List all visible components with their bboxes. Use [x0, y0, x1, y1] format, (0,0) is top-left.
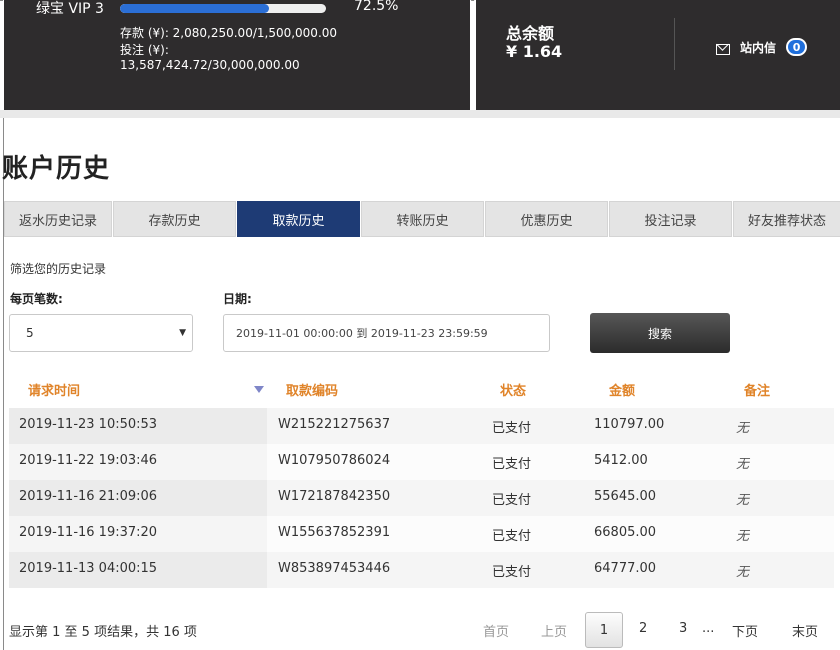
inbox-label: 站内信: [740, 40, 777, 55]
cell-status: 已支付: [492, 565, 532, 580]
tab-withdrawal-history[interactable]: 取款历史: [237, 201, 360, 237]
tab-deposit-history[interactable]: 存款历史: [113, 201, 236, 237]
cell-withdrawal-code: W107950786024: [278, 453, 391, 468]
pagination-ellipsis: ...: [702, 621, 715, 636]
table-row: 2019-11-13 04:00:15 W853897453446 已支付 64…: [9, 552, 834, 588]
page-link-1[interactable]: 1: [585, 612, 623, 648]
per-page-value: 5: [26, 326, 34, 340]
prev-page-link[interactable]: 上页: [541, 621, 567, 640]
next-page-link[interactable]: 下页: [732, 621, 758, 640]
vip-progress-percent: 72.5%: [354, 0, 399, 14]
vip-panel: 绿宝 VIP 3 72.5% 存款 (¥): 2,080,250.00/1,50…: [4, 0, 470, 110]
tab-bet-records[interactable]: 投注记录: [609, 201, 732, 237]
cell-request-time: 2019-11-16 19:37:20: [19, 525, 158, 540]
tab-referral-status[interactable]: 好友推荐状态: [733, 201, 840, 237]
inbox-link[interactable]: 站内信 0: [716, 38, 808, 56]
cell-request-time: 2019-11-16 21:09:06: [19, 489, 158, 504]
tab-rebate-history[interactable]: 返水历史记录: [4, 201, 112, 237]
tab-promotion-history[interactable]: 优惠历史: [485, 201, 608, 237]
mail-icon: [716, 43, 730, 55]
divider: [674, 18, 675, 70]
cell-amount: 64777.00: [594, 561, 657, 576]
cell-request-time: 2019-11-13 04:00:15: [19, 561, 158, 576]
column-header-request-time[interactable]: 请求时间: [28, 380, 80, 399]
table-row: 2019-11-16 21:09:06 W172187842350 已支付 55…: [9, 480, 834, 516]
column-header-withdrawal-code[interactable]: 取款编码: [286, 380, 338, 399]
last-page-link[interactable]: 末页: [792, 621, 818, 640]
cell-status: 已支付: [492, 457, 532, 472]
cell-remark: 无: [736, 493, 750, 508]
column-header-amount[interactable]: 金额: [609, 380, 635, 399]
cell-amount: 5412.00: [594, 453, 648, 468]
cell-amount: 110797.00: [594, 417, 665, 432]
table-row: 2019-11-23 10:50:53 W215221275637 已支付 11…: [9, 408, 834, 444]
search-button[interactable]: 搜索: [590, 313, 730, 353]
cell-request-time: 2019-11-23 10:50:53: [19, 417, 158, 432]
left-border: [3, 118, 4, 650]
cell-remark: 无: [736, 529, 750, 544]
cell-request-time: 2019-11-22 19:03:46: [19, 453, 158, 468]
balance-title: 总余额: [506, 24, 555, 43]
balance-value: ¥ 1.64: [506, 42, 563, 61]
column-header-remark[interactable]: 备注: [744, 380, 770, 399]
first-page-link[interactable]: 首页: [483, 621, 509, 640]
per-page-label: 每页笔数:: [10, 292, 63, 306]
cell-amount: 55645.00: [594, 489, 657, 504]
bet-stat-value: 13,587,424.72/30,000,000.00: [120, 58, 300, 72]
cell-remark: 无: [736, 565, 750, 580]
vip-progress-bar: [120, 4, 326, 13]
filter-hint: 筛选您的历史记录: [10, 262, 107, 276]
cell-remark: 无: [736, 421, 750, 436]
date-label: 日期:: [223, 292, 252, 306]
inbox-count-badge: 0: [786, 38, 808, 56]
cell-withdrawal-code: W172187842350: [278, 489, 391, 504]
cell-status: 已支付: [492, 529, 532, 544]
deposit-stat: 存款 (¥): 2,080,250.00/1,500,000.00: [120, 26, 338, 40]
bet-stat-label: 投注 (¥):: [120, 43, 169, 57]
table-row: 2019-11-22 19:03:46 W107950786024 已支付 54…: [9, 444, 834, 480]
per-page-select[interactable]: 5 ▼: [9, 314, 193, 352]
vip-level-label: 绿宝 VIP 3: [36, 1, 104, 17]
dropdown-arrow-icon: ▼: [179, 328, 186, 338]
cell-withdrawal-code: W155637852391: [278, 525, 391, 540]
cell-withdrawal-code: W215221275637: [278, 417, 391, 432]
balance-panel: 总余额 ¥ 1.64 站内信 0: [476, 0, 840, 110]
cell-amount: 66805.00: [594, 525, 657, 540]
column-header-status[interactable]: 状态: [500, 380, 526, 399]
cell-remark: 无: [736, 457, 750, 472]
page-link-2[interactable]: 2: [639, 621, 647, 636]
vip-progress-fill: [120, 4, 270, 13]
results-summary: 显示第 1 至 5 项结果，共 16 项: [9, 625, 197, 640]
header-separator: [0, 110, 840, 118]
cell-status: 已支付: [492, 421, 532, 436]
tab-transfer-history[interactable]: 转账历史: [361, 201, 484, 237]
page-title: 账户历史: [2, 154, 111, 184]
date-range-input[interactable]: 2019-11-01 00:00:00 到 2019-11-23 23:59:5…: [223, 314, 550, 352]
page-link-3[interactable]: 3: [679, 621, 687, 636]
cell-withdrawal-code: W853897453446: [278, 561, 391, 576]
history-tabs: 返水历史记录 存款历史 取款历史 转账历史 优惠历史 投注记录 好友推荐状态: [4, 201, 840, 237]
table-row: 2019-11-16 19:37:20 W155637852391 已支付 66…: [9, 516, 834, 552]
cell-status: 已支付: [492, 493, 532, 508]
sort-desc-icon[interactable]: [254, 386, 264, 393]
